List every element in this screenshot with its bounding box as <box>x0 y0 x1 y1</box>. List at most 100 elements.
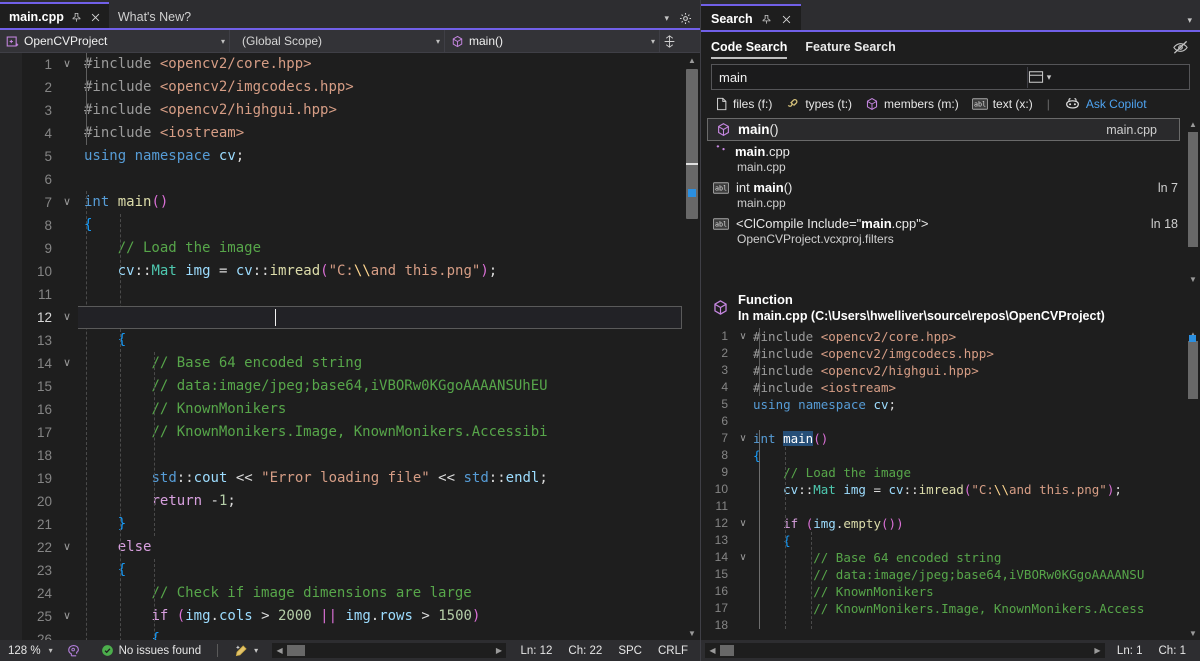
fold-toggle-icon[interactable]: ∨ <box>56 536 78 559</box>
code-line[interactable]: // Check if image dimensions are large <box>78 582 700 605</box>
hscroll-track[interactable] <box>720 643 1090 658</box>
navbar-scope-dropdown[interactable]: (Global Scope) ▾ <box>230 30 445 52</box>
search-result-row[interactable]: abl<ClCompile Include="main.cpp">ln 18Op… <box>701 213 1200 249</box>
scroll-down-arrow-icon[interactable]: ▼ <box>1186 273 1200 286</box>
breakpoint-margin[interactable] <box>0 53 22 640</box>
fold-toggle-icon[interactable]: ∨ <box>56 306 78 329</box>
scrollbar-thumb[interactable] <box>720 645 734 656</box>
search-results-list[interactable]: main()main.cppmain.cppmain.cppablint mai… <box>701 118 1200 286</box>
close-icon[interactable] <box>780 13 793 26</box>
code-editor[interactable]: 1234567891011121314151617181920212223242… <box>0 53 700 640</box>
intellicode-icon[interactable] <box>61 640 87 661</box>
results-vertical-scrollbar[interactable]: ▲ ▼ <box>1186 118 1200 286</box>
code-line[interactable]: #include <iostream> <box>78 122 700 145</box>
code-line[interactable]: // KnownMonikers.Image, KnownMonikers.Ac… <box>78 421 700 444</box>
code-line[interactable] <box>78 444 700 467</box>
preview-layout-icon[interactable] <box>1028 70 1044 84</box>
scroll-up-arrow-icon[interactable]: ▲ <box>684 53 700 67</box>
search-input-box[interactable]: ▾ <box>711 64 1190 90</box>
code-line[interactable]: int main() <box>78 191 700 214</box>
fold-toggle-icon[interactable]: ∨ <box>56 605 78 628</box>
scrollbar-thumb[interactable] <box>1188 341 1198 399</box>
fold-toggle-icon[interactable]: ∨ <box>56 191 78 214</box>
editor-horizontal-scrollbar[interactable]: ◀ ▶ <box>272 643 506 658</box>
search-result-row[interactable]: main.cppmain.cpp <box>701 141 1200 177</box>
chevron-down-icon[interactable]: ▾ <box>49 646 53 655</box>
scroll-up-arrow-icon[interactable]: ▲ <box>1186 118 1200 131</box>
status-line-endings[interactable]: CRLF <box>650 640 700 661</box>
preview-vertical-scrollbar[interactable]: ▲ ▼ <box>1186 328 1200 640</box>
tab-settings-gear-icon[interactable] <box>679 12 692 25</box>
fold-toggle-icon[interactable]: ∨ <box>56 352 78 375</box>
filter-members[interactable]: members (m:) <box>865 97 959 111</box>
code-line[interactable]: #include <opencv2/highgui.hpp> <box>78 99 700 122</box>
scrollbar-thumb[interactable] <box>1188 132 1198 247</box>
close-icon[interactable] <box>89 11 102 24</box>
tab-feature-search[interactable]: Feature Search <box>805 32 895 62</box>
preview-code-column[interactable]: #include <opencv2/core.hpp>#include <ope… <box>753 328 1200 640</box>
code-cleanup-button[interactable]: ▾ <box>226 640 266 661</box>
navbar-member-dropdown[interactable]: main() ▾ <box>445 30 660 52</box>
scrollbar-thumb[interactable] <box>287 645 305 656</box>
layout-chevron-down-icon[interactable]: ▾ <box>1047 72 1052 83</box>
pin-icon[interactable] <box>70 11 83 24</box>
status-indentation[interactable]: SPC <box>610 640 650 661</box>
editor-vertical-scrollbar[interactable]: ▲ ▼ <box>684 53 700 640</box>
editor-tab-main-cpp[interactable]: main.cpp <box>0 4 109 30</box>
filter-files[interactable]: files (f:) <box>715 97 772 111</box>
fold-toggle-icon[interactable]: ∨ <box>733 549 753 566</box>
eye-off-icon[interactable] <box>1170 37 1190 57</box>
code-line[interactable]: // KnownMonikers <box>78 398 700 421</box>
editor-tab-whats-new[interactable]: What's New? <box>109 4 198 30</box>
code-line[interactable]: { <box>78 628 700 640</box>
search-result-row[interactable]: ablint main()ln 7main.cpp <box>701 177 1200 213</box>
filter-types[interactable]: types (t:) <box>785 97 852 111</box>
fold-toggle-icon[interactable]: ∨ <box>733 515 753 532</box>
code-line[interactable] <box>78 168 700 191</box>
preview-folding-column[interactable]: ∨ ∨ ∨ ∨ <box>733 328 753 640</box>
code-line[interactable]: // Base 64 encoded string <box>78 352 700 375</box>
code-line[interactable]: #include <opencv2/core.hpp> <box>78 53 700 76</box>
pin-icon[interactable] <box>760 13 773 26</box>
code-line[interactable]: if (img.cols > 2000 || img.rows > 1500) <box>78 605 700 628</box>
search-result-row[interactable]: main()main.cpp <box>707 118 1180 141</box>
fold-toggle-icon[interactable]: ∨ <box>733 430 753 447</box>
scroll-right-arrow-icon[interactable]: ▶ <box>491 646 506 655</box>
filter-text[interactable]: abl text (x:) <box>972 97 1033 111</box>
navbar-project-dropdown[interactable]: OpenCVProject ▾ <box>0 30 230 52</box>
scroll-down-arrow-icon[interactable]: ▼ <box>1186 627 1200 640</box>
code-lines[interactable]: #include <opencv2/core.hpp>#include <ope… <box>78 53 700 640</box>
code-folding-column[interactable]: ∨ ∨ ∨ ∨ ∨ ∨ <box>56 53 78 640</box>
preview-horizontal-scrollbar[interactable]: ◀ ▶ <box>705 643 1105 658</box>
code-line[interactable]: using namespace cv; <box>78 145 700 168</box>
code-line[interactable]: else <box>78 536 700 559</box>
code-line[interactable]: cv::Mat img = cv::imread("C:\\and this.p… <box>78 260 700 283</box>
code-line[interactable]: // data:image/jpeg;base64,iVBORw0KGgoAAA… <box>78 375 700 398</box>
fold-toggle-icon[interactable]: ∨ <box>733 328 753 345</box>
code-line[interactable]: return -1; <box>78 490 700 513</box>
code-line[interactable]: #include <opencv2/imgcodecs.hpp> <box>78 76 700 99</box>
code-line[interactable]: // Load the image <box>78 237 700 260</box>
scroll-left-arrow-icon[interactable]: ◀ <box>705 646 720 655</box>
tab-overflow-chevron-icon[interactable]: ▾ <box>664 13 669 24</box>
ask-copilot-button[interactable]: Ask Copilot <box>1064 97 1147 111</box>
issues-status[interactable]: No issues found <box>87 640 209 661</box>
tab-code-search[interactable]: Code Search <box>711 32 787 62</box>
chevron-down-icon[interactable]: ▾ <box>254 646 258 655</box>
code-line[interactable]: { <box>78 559 700 582</box>
code-line[interactable]: std::cout << "Error loading file" << std… <box>78 467 700 490</box>
code-line[interactable]: } <box>78 513 700 536</box>
scroll-right-arrow-icon[interactable]: ▶ <box>1090 646 1105 655</box>
hscroll-track[interactable] <box>287 643 491 658</box>
zoom-level-dropdown[interactable]: 128 % ▾ <box>0 640 61 661</box>
fold-toggle-icon[interactable]: ∨ <box>56 53 78 76</box>
code-line[interactable]: if (img.empty()) <box>78 306 700 329</box>
split-view-icon[interactable] <box>660 35 678 48</box>
search-window-tab[interactable]: Search <box>701 6 801 32</box>
code-line[interactable]: { <box>78 329 700 352</box>
scroll-down-arrow-icon[interactable]: ▼ <box>684 626 700 640</box>
scroll-left-arrow-icon[interactable]: ◀ <box>272 646 287 655</box>
code-line[interactable]: { <box>78 214 700 237</box>
search-preview-editor[interactable]: 123456789101112131415161718 ∨∨∨∨ #includ… <box>701 328 1200 640</box>
code-text-column[interactable]: #include <opencv2/core.hpp>#include <ope… <box>78 53 700 640</box>
